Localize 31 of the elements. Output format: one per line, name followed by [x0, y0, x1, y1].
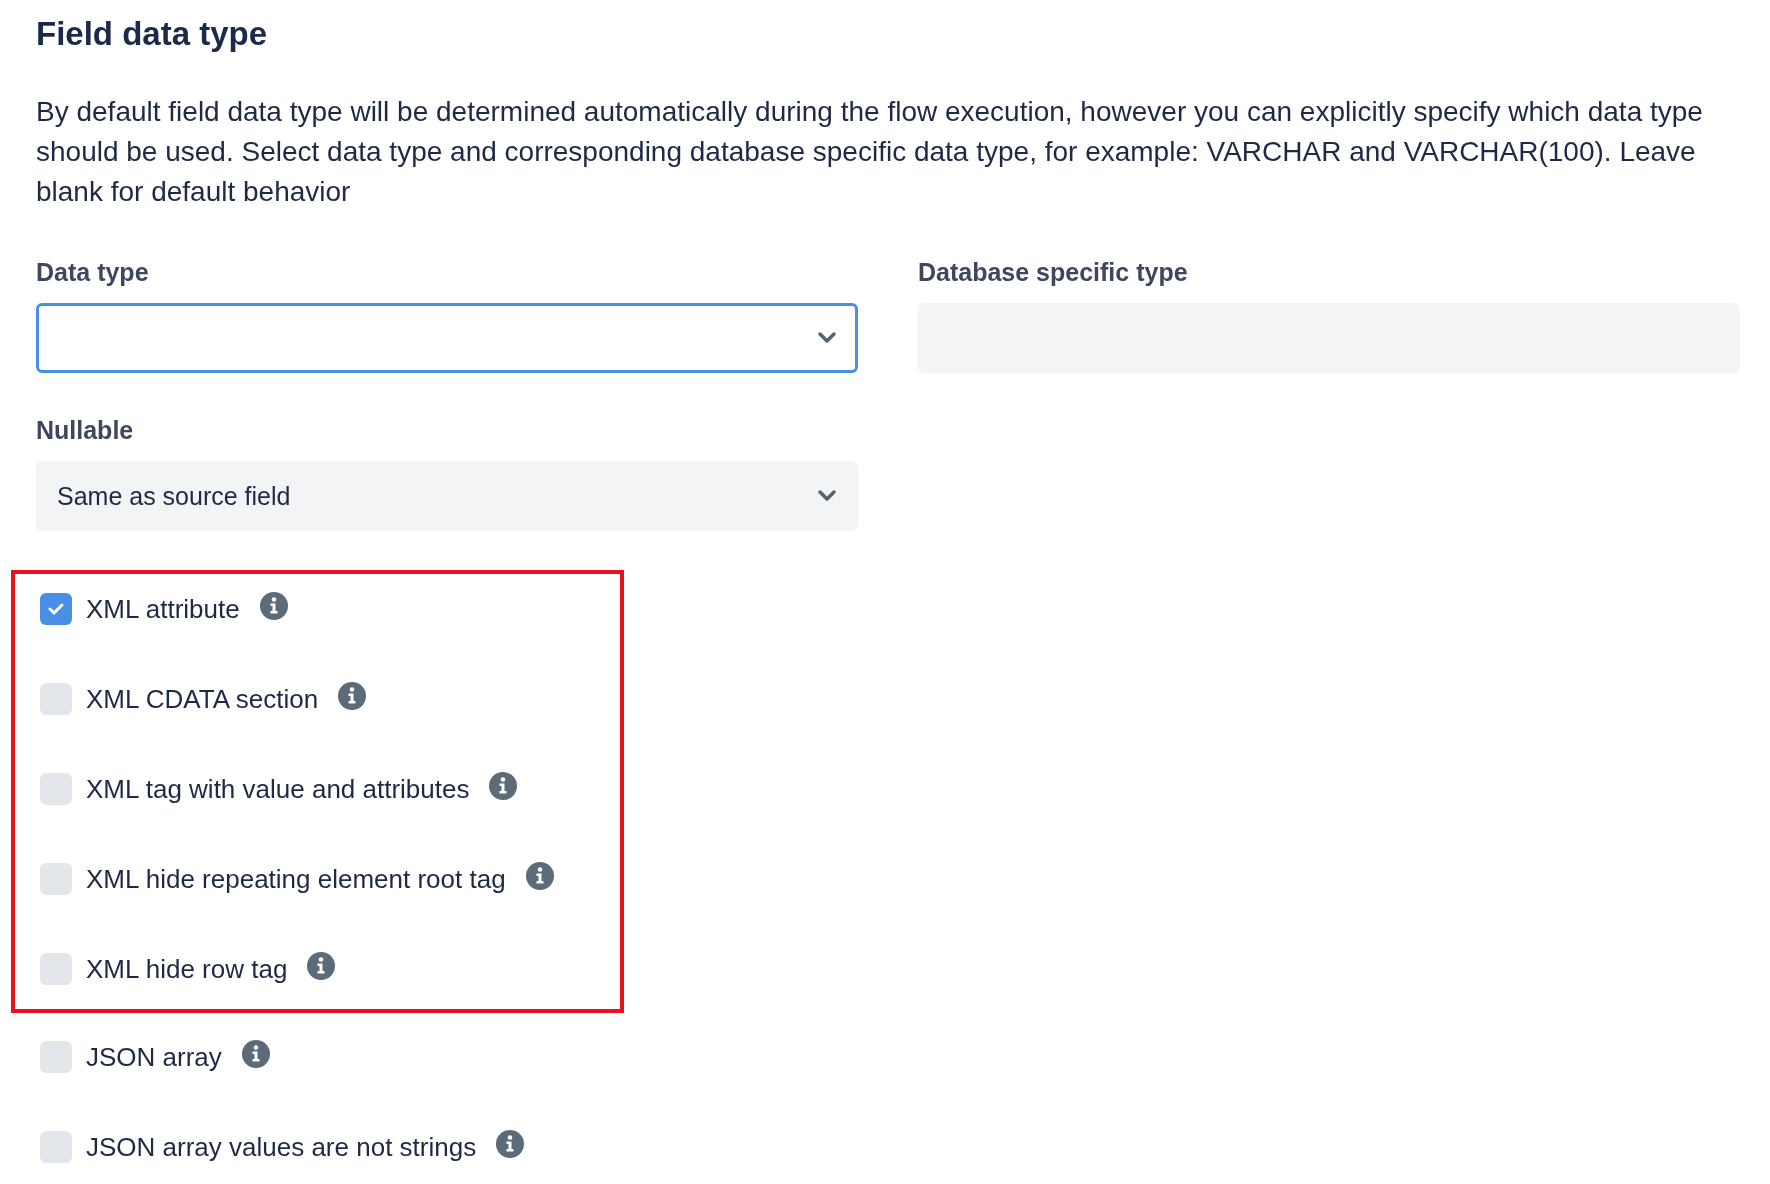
info-icon[interactable]	[525, 862, 554, 890]
info-icon[interactable]	[338, 682, 367, 710]
checkbox-label: XML hide row tag	[86, 953, 288, 986]
checkbox[interactable]	[40, 593, 72, 625]
nullable-select[interactable]: Same as source field	[36, 461, 858, 531]
info-icon[interactable]	[496, 1130, 525, 1158]
info-icon[interactable]	[259, 592, 288, 620]
section-title: Field data type	[36, 14, 269, 54]
checkbox-label: XML hide repeating element root tag	[86, 863, 506, 896]
field-label: Database specific type	[918, 257, 1188, 288]
checkbox-label: JSON array values are not strings	[86, 1131, 477, 1164]
info-icon[interactable]	[307, 952, 336, 980]
checkbox[interactable]	[40, 1131, 72, 1163]
checkbox-label: XML CDATA section	[86, 683, 319, 716]
checkbox[interactable]	[40, 953, 72, 985]
chevron-icon	[817, 489, 837, 503]
checkbox-label: XML attribute	[86, 593, 240, 626]
info-icon[interactable]	[489, 772, 518, 800]
check-icon	[47, 602, 65, 616]
chevron-icon	[817, 331, 837, 345]
field-label: Data type	[36, 257, 149, 288]
data-type-select[interactable]	[36, 303, 858, 373]
field-label: Nullable	[36, 415, 134, 446]
info-icon[interactable]	[241, 1040, 270, 1068]
checkbox[interactable]	[40, 773, 72, 805]
checkbox[interactable]	[40, 1041, 72, 1073]
checkbox[interactable]	[40, 683, 72, 715]
checkbox-label: JSON array	[86, 1041, 222, 1074]
checkbox[interactable]	[40, 863, 72, 895]
checkbox-label: XML tag with value and attributes	[86, 773, 470, 806]
description-text: By default field data type will be determined automatically during the flow execution, however you can explicitly specify which data type should be used. Select data type and corresponding database specific data type, for example: VARCHAR and VARCHAR(100). Leave blank for default behavior	[36, 95, 1704, 209]
